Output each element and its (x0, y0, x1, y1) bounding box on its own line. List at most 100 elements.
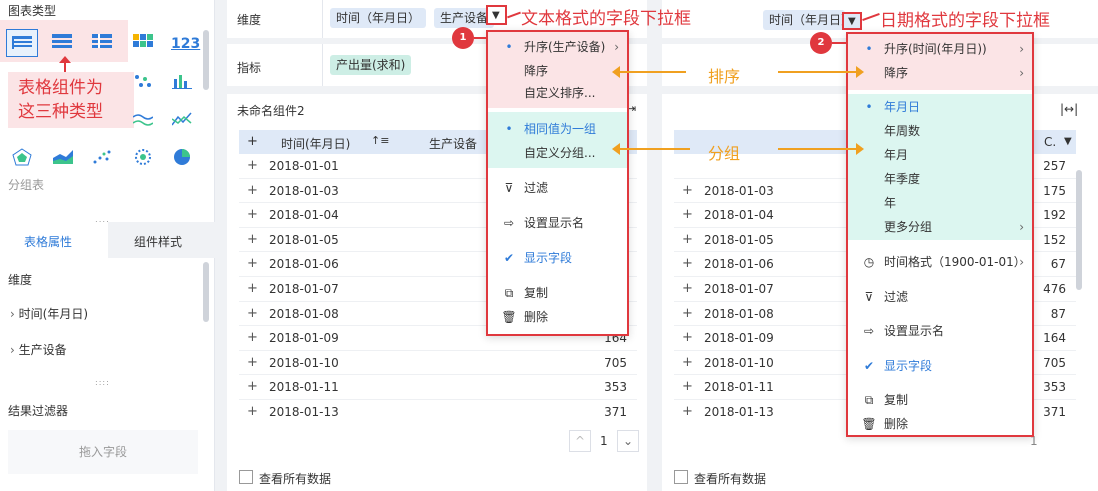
expand-row-icon[interactable]: + (682, 404, 693, 419)
expand-row-icon[interactable]: + (247, 207, 258, 222)
metric-pill[interactable]: 产出量(求和) (330, 55, 412, 75)
menu2-time-format[interactable]: ◷ 时间格式（1900-01-01） › (848, 251, 1032, 273)
menu2-sort-descending[interactable]: 降序 › (848, 62, 1032, 84)
dimension-item-time[interactable]: › 时间(年月日) (10, 305, 88, 322)
menu2-show-field[interactable]: ✔ 显示字段 (848, 355, 1032, 377)
menu2-more-groups[interactable]: 更多分组 › (848, 216, 1032, 238)
dimension-pill-device[interactable]: 生产设备 (434, 8, 494, 28)
row-value: 476 (1043, 282, 1066, 296)
expand-row-icon[interactable]: + (682, 232, 693, 247)
column-header-device[interactable]: 生产设备 (429, 135, 477, 152)
bubble-icon[interactable] (133, 148, 157, 168)
expand-row-icon[interactable]: + (247, 355, 258, 370)
table-scrollbar[interactable] (1076, 170, 1082, 290)
menu1-custom-sort[interactable]: 自定义排序... (488, 82, 627, 104)
detail-table-icon[interactable] (6, 29, 38, 57)
expand-row-icon[interactable]: + (682, 355, 693, 370)
row-value: 705 (604, 355, 627, 370)
table-row[interactable]: +2018-01-13 371 (239, 400, 637, 419)
sort-icon[interactable]: ↑≡ (371, 134, 389, 147)
properties-scrollbar[interactable] (203, 262, 209, 322)
group-label: 分组 (708, 144, 741, 163)
row-date: 2018-01-08 (704, 306, 774, 321)
drop-field-zone[interactable]: 拖入字段 (8, 430, 198, 474)
tab-component-style[interactable]: 组件样式 (108, 222, 215, 258)
tab-table-properties[interactable]: 表格属性 (0, 222, 108, 258)
menu2-sort-ascending[interactable]: • 升序(时间(年月日)) › (848, 38, 1032, 60)
radar-icon[interactable] (12, 148, 36, 168)
menu1-sort-ascending[interactable]: • 升序(生产设备) › (488, 36, 627, 58)
expand-row-icon[interactable]: + (682, 207, 693, 222)
menu1-sort-descending[interactable]: 降序 (488, 60, 627, 82)
dot-chart-icon[interactable] (92, 148, 116, 168)
scatter-icon[interactable] (133, 73, 157, 93)
result-filter-title: 结果过滤器 (8, 404, 69, 418)
group-table-icon[interactable] (52, 34, 76, 54)
menu2-delete[interactable]: 🗑 删除 (848, 413, 1032, 435)
expand-row-icon[interactable]: + (247, 330, 258, 345)
expand-row-icon[interactable]: + (247, 404, 258, 419)
badge-1: 1 (452, 27, 474, 49)
expand-row-icon[interactable]: + (247, 158, 258, 173)
expand-row-icon[interactable]: + (682, 183, 693, 198)
row-date: 2018-01-04 (704, 208, 774, 223)
menu2-group-year-week[interactable]: 年周数 (848, 120, 1032, 142)
menu2-group-ymd[interactable]: • 年月日 (848, 96, 1032, 118)
column-header-time[interactable]: 时间(年月日) (281, 135, 350, 152)
bar-chart-icon[interactable] (172, 73, 196, 93)
expand-row-icon[interactable]: + (682, 306, 693, 321)
kpi-number-icon[interactable]: 123 (171, 36, 200, 52)
view-all-checkbox[interactable] (239, 470, 253, 484)
badge-2-line (832, 42, 846, 44)
sidebar-scrollbar[interactable] (203, 30, 209, 90)
menu2-group-year-month[interactable]: 年月 (848, 144, 1032, 166)
menu2-rename[interactable]: ⇨ 设置显示名 (848, 320, 1032, 342)
next-page-button[interactable]: ⌄ (617, 430, 639, 452)
heatmap-icon[interactable] (133, 34, 157, 54)
dimension-pill-time-right[interactable]: 时间（年月日） (763, 10, 845, 30)
expand-all-icon[interactable]: + (247, 134, 258, 149)
filter-icon: ⊽ (504, 181, 514, 195)
expand-row-icon[interactable]: + (682, 379, 693, 394)
column-dropdown-icon[interactable]: ▼ (1064, 136, 1072, 147)
menu1-show-field[interactable]: ✔ 显示字段 (488, 247, 627, 269)
pie-chart-icon[interactable] (172, 148, 196, 168)
expand-row-icon[interactable]: + (247, 183, 258, 198)
area-chart-icon[interactable] (53, 148, 77, 168)
expand-row-icon[interactable]: + (247, 379, 258, 394)
clock-icon: ◷ (863, 255, 875, 269)
table-row[interactable]: +2018-01-10 705 (239, 351, 637, 376)
menu1-custom-group[interactable]: 自定义分组... (488, 142, 627, 164)
row-date: 2018-01-01 (269, 159, 339, 173)
expand-row-icon[interactable]: + (247, 232, 258, 247)
row-date: 2018-01-11 (704, 380, 774, 395)
prev-page-button[interactable]: ^ (569, 430, 591, 452)
expand-row-icon[interactable]: + (682, 281, 693, 296)
view-all-checkbox-right[interactable] (674, 470, 688, 484)
menu1-delete[interactable]: 🗑 删除 (488, 306, 627, 328)
table-row[interactable]: +2018-01-11 353 (239, 375, 637, 400)
menu2-filter[interactable]: ⊽ 过滤 (848, 286, 1032, 308)
dimension-pill-time[interactable]: 时间（年月日） (330, 8, 427, 28)
expand-row-icon[interactable]: + (247, 306, 258, 321)
expand-width-icon[interactable]: |↔| (1060, 102, 1078, 116)
expand-row-icon[interactable]: + (247, 256, 258, 271)
date-field-dropdown-button[interactable]: ▼ (842, 12, 862, 30)
sort-label: 排序 (708, 67, 741, 86)
menu1-group-same-value[interactable]: • 相同值为一组 (488, 118, 627, 140)
expand-row-icon[interactable]: + (682, 330, 693, 345)
line-chart-icon[interactable] (132, 111, 157, 131)
expand-row-icon[interactable]: + (247, 281, 258, 296)
expand-row-icon[interactable]: + (682, 256, 693, 271)
menu2-group-year-quarter[interactable]: 年季度 (848, 168, 1032, 190)
text-field-dropdown-button[interactable]: ▼ (486, 5, 507, 25)
resize-grip-2[interactable]: :::: (95, 378, 110, 387)
menu1-rename[interactable]: ⇨ 设置显示名 (488, 212, 627, 234)
menu1-copy[interactable]: ⧉ 复制 (488, 282, 627, 304)
menu2-copy[interactable]: ⧉ 复制 (848, 389, 1032, 411)
cross-table-icon[interactable] (92, 34, 116, 54)
polyline-chart-icon[interactable] (171, 111, 196, 131)
menu1-filter[interactable]: ⊽ 过滤 (488, 177, 627, 199)
dimension-item-device[interactable]: › 生产设备 (10, 341, 67, 358)
menu2-group-year[interactable]: 年 (848, 192, 1032, 214)
